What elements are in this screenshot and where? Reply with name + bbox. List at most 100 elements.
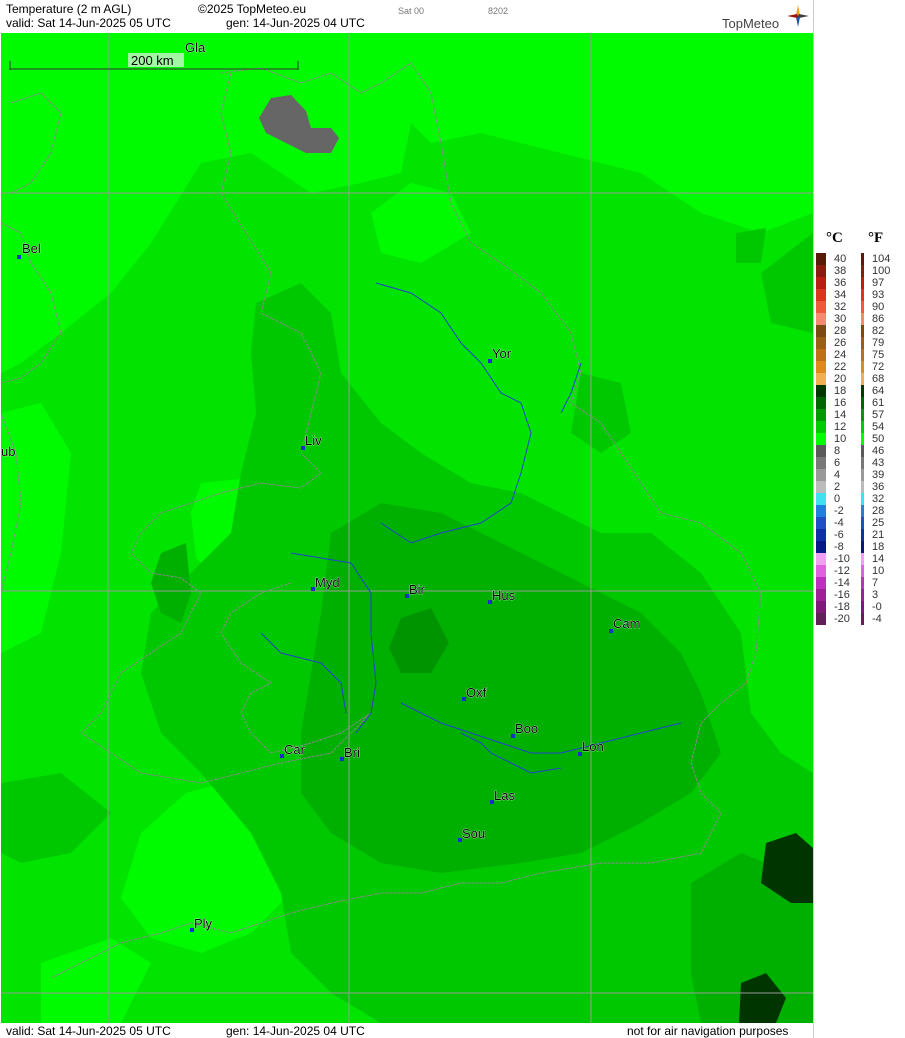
city-label-ub[interactable]: ub — [1, 444, 16, 460]
legend-fahrenheit-value: 32 — [872, 493, 885, 505]
legend-fahrenheit-value: 54 — [872, 421, 885, 433]
legend-fahrenheit-swatch — [861, 613, 864, 625]
legend-fahrenheit-swatch — [861, 565, 864, 577]
legend-celsius-value: 32 — [834, 301, 847, 313]
day-code: Sat 00 — [398, 6, 425, 16]
legend-swatch — [816, 397, 826, 409]
temperature-map[interactable]: 200 km Bel Gla Yor ub Liv Myd Bir Hus Ca… — [1, 33, 813, 1023]
legend-celsius-header: °C — [826, 230, 843, 246]
city-label-boo[interactable]: Boo — [515, 721, 539, 737]
city-label-car[interactable]: Car — [284, 742, 306, 758]
city-label-oxf[interactable]: Oxf — [466, 685, 487, 701]
footer-generated-time: gen: 14-Jun-2025 04 UTC — [226, 1024, 365, 1038]
legend-celsius-value: -2 — [834, 505, 844, 517]
legend-celsius-value: 16 — [834, 397, 847, 409]
legend-fahrenheit-swatch — [861, 397, 864, 409]
footer-disclaimer: not for air navigation purposes — [627, 1024, 789, 1038]
legend-fahrenheit-swatch — [861, 505, 864, 517]
legend-swatch — [816, 301, 826, 313]
city-label-bri[interactable]: Bri — [344, 745, 361, 761]
legend-celsius-value: 18 — [834, 385, 847, 397]
legend-fahrenheit-value: 100 — [872, 265, 891, 277]
city-label-bel[interactable]: Bel — [22, 241, 42, 257]
run-code: 8202 — [488, 6, 509, 16]
legend-fahrenheit-value: 64 — [872, 385, 885, 397]
legend-swatch — [816, 289, 826, 301]
city-marker[interactable] — [17, 255, 21, 259]
city-label-gla[interactable]: Gla — [185, 40, 207, 56]
city-label-liv[interactable]: Liv — [305, 433, 323, 449]
legend-swatch — [816, 457, 826, 469]
legend-fahrenheit-swatch — [861, 325, 864, 337]
legend-fahrenheit-value: 79 — [872, 337, 885, 349]
legend-swatch — [816, 505, 826, 517]
legend-swatch — [816, 577, 826, 589]
legend-fahrenheit-value: 25 — [872, 517, 885, 529]
city-label-sou[interactable]: Sou — [462, 826, 486, 842]
legend-swatch — [816, 493, 826, 505]
legend-fahrenheit-value: 97 — [872, 277, 885, 289]
legend-swatch — [816, 541, 826, 553]
city-label-cam[interactable]: Cam — [613, 616, 641, 632]
legend-fahrenheit-value: 7 — [872, 577, 879, 589]
legend-fahrenheit-value: 36 — [872, 481, 885, 493]
city-label-ply[interactable]: Ply — [194, 916, 213, 932]
legend-fahrenheit-value: 68 — [872, 373, 885, 385]
legend-fahrenheit-value: 3 — [872, 589, 879, 601]
compass-star-icon — [787, 5, 809, 27]
scale-bar-label: 200 km — [131, 53, 174, 68]
legend-celsius-value: -16 — [834, 589, 850, 601]
legend-fahrenheit-swatch — [861, 457, 864, 469]
legend-swatch — [816, 277, 826, 289]
legend-swatch — [816, 565, 826, 577]
legend-celsius-value: -6 — [834, 529, 844, 541]
legend-swatch — [816, 409, 826, 421]
legend-fahrenheit-value: 57 — [872, 409, 885, 421]
legend-swatch — [816, 337, 826, 349]
legend-swatch — [816, 553, 826, 565]
legend-celsius-value: 22 — [834, 361, 847, 373]
legend-fahrenheit-swatch — [861, 349, 864, 361]
legend-celsius-value: 26 — [834, 337, 847, 349]
topmeteo-logo: TopMeteo — [722, 16, 780, 31]
legend-fahrenheit-swatch — [861, 277, 864, 289]
legend-celsius-value: 24 — [834, 349, 847, 361]
legend-swatch — [816, 325, 826, 337]
legend-swatch — [816, 385, 826, 397]
legend-fahrenheit-value: -0 — [872, 601, 882, 613]
legend-fahrenheit-value: 61 — [872, 397, 885, 409]
legend-fahrenheit-value: 104 — [872, 253, 891, 265]
legend-celsius-value: -14 — [834, 577, 850, 589]
legend-celsius-value: -12 — [834, 565, 850, 577]
legend-fahrenheit-swatch — [861, 373, 864, 385]
legend-swatch — [816, 253, 826, 265]
copyright: ©2025 TopMeteo.eu — [198, 2, 307, 16]
legend-fahrenheit-value: 10 — [872, 565, 885, 577]
legend-fahrenheit-swatch — [861, 301, 864, 313]
city-label-bir[interactable]: Bir — [409, 582, 426, 598]
legend-swatch — [816, 589, 826, 601]
city-label-lon[interactable]: Lon — [582, 739, 604, 755]
legend-celsius-value: 10 — [834, 433, 847, 445]
legend-swatch — [816, 361, 826, 373]
city-label-las[interactable]: Las — [494, 788, 516, 804]
legend-fahrenheit-value: 18 — [872, 541, 885, 553]
generated-time: gen: 14-Jun-2025 04 UTC — [226, 16, 365, 30]
legend-swatch — [816, 469, 826, 481]
legend-fahrenheit-swatch — [861, 553, 864, 565]
legend-fahrenheit-swatch — [861, 493, 864, 505]
legend-celsius-value: 12 — [834, 421, 847, 433]
legend-fahrenheit-swatch — [861, 481, 864, 493]
map-title: Temperature (2 m AGL) — [6, 2, 132, 16]
legend-celsius-value: 28 — [834, 325, 847, 337]
city-label-myd[interactable]: Myd — [315, 575, 340, 591]
legend-fahrenheit-value: 82 — [872, 325, 885, 337]
city-label-hus[interactable]: Hus — [492, 588, 516, 604]
legend-celsius-value: 30 — [834, 313, 847, 325]
legend-fahrenheit-swatch — [861, 289, 864, 301]
city-label-yor[interactable]: Yor — [492, 346, 512, 362]
legend-celsius-value: 6 — [834, 457, 841, 469]
legend-fahrenheit-value: 28 — [872, 505, 885, 517]
legend-swatch — [816, 313, 826, 325]
legend-celsius-value: 38 — [834, 265, 847, 277]
